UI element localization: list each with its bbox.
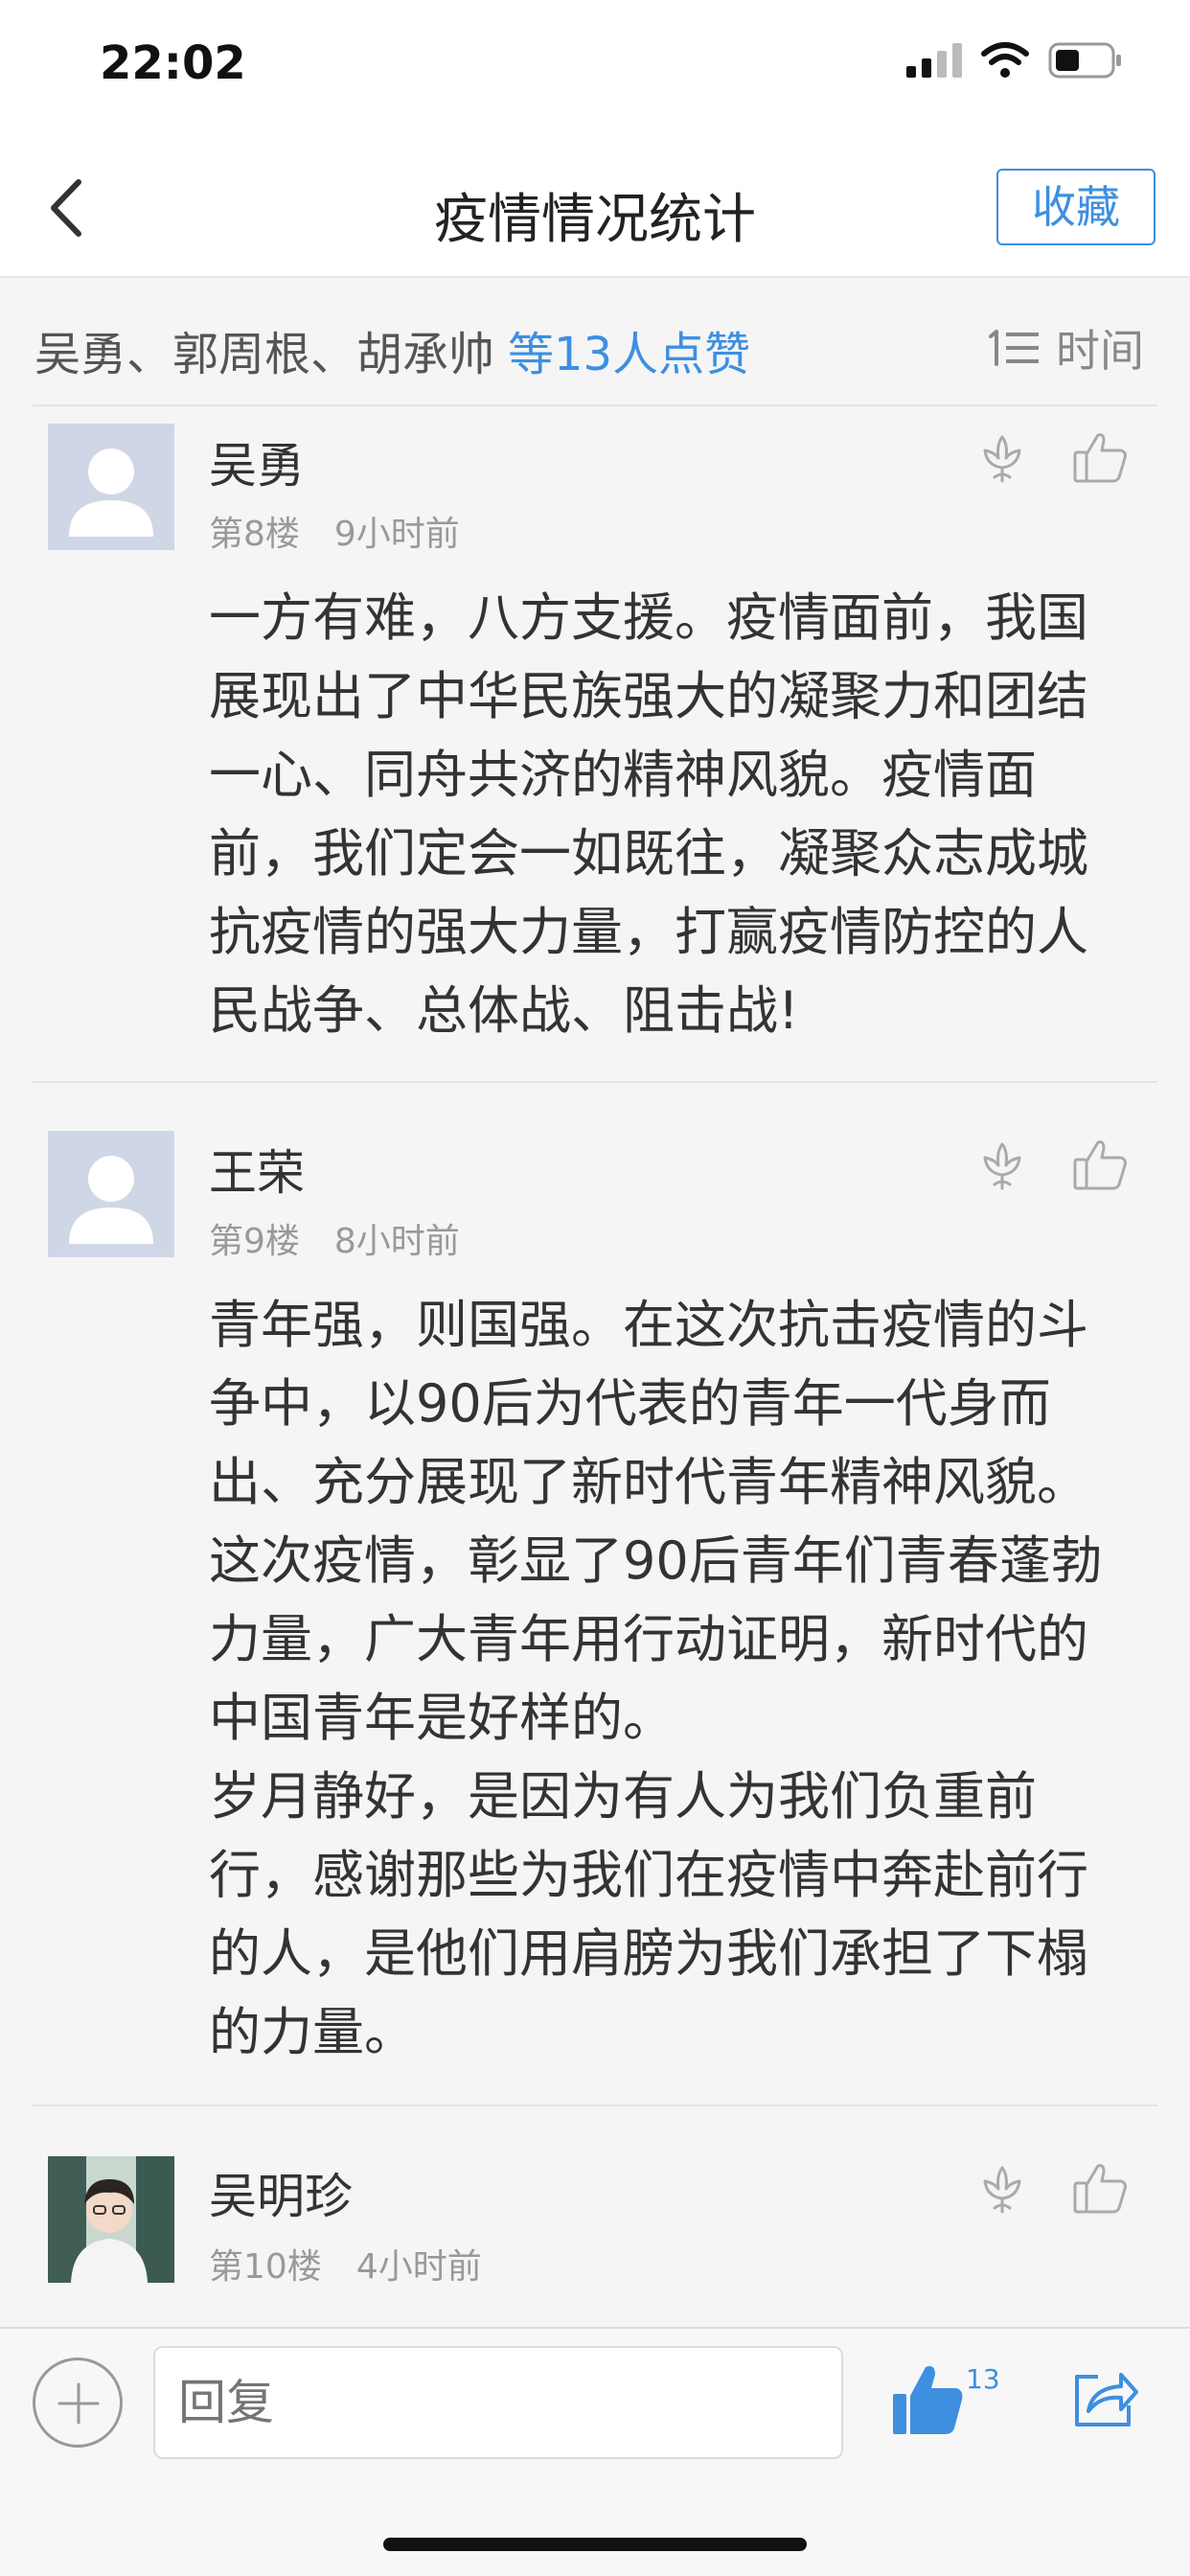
- flower-icon[interactable]: [973, 1137, 1031, 1194]
- comment-time: 9小时前: [333, 515, 460, 554]
- share-icon[interactable]: [1071, 2367, 1138, 2430]
- battery-icon: [1048, 42, 1121, 79]
- thumbs-up-icon[interactable]: [1071, 1135, 1131, 1194]
- sort-list-icon: [989, 330, 1039, 366]
- divider: [33, 1081, 1157, 1083]
- default-avatar-icon: [69, 448, 153, 537]
- reply-input[interactable]: [153, 2346, 843, 2459]
- wifi-icon: [981, 42, 1029, 78]
- floor-number: 第8楼: [209, 515, 300, 554]
- status-bar: 22:02: [0, 0, 1190, 134]
- divider: [33, 404, 1157, 406]
- comment-meta: 第9楼 8小时前: [209, 1213, 460, 1263]
- flower-icon[interactable]: [973, 429, 1031, 487]
- like-filled-icon[interactable]: [891, 2361, 964, 2438]
- likes-text: 吴勇、郭周根、胡承帅 等13人点赞: [34, 316, 750, 383]
- flower-icon[interactable]: [973, 2160, 1031, 2218]
- comment-author: 吴明珍: [209, 2169, 353, 2224]
- sort-label: 时间: [1056, 325, 1144, 377]
- favorite-button[interactable]: 收藏: [996, 169, 1156, 245]
- plus-icon: [57, 2382, 100, 2425]
- divider: [33, 2104, 1157, 2106]
- likes-count-link[interactable]: 等13人点赞: [508, 328, 750, 381]
- status-icons: [906, 42, 1123, 79]
- floor-number: 第10楼: [209, 2247, 322, 2287]
- thumbs-up-icon[interactable]: [1071, 427, 1131, 487]
- comment-text: 一方有难，八方支援。疫情面前，我国展现出了中华民族强大的凝聚力和团结一心、同舟共…: [209, 587, 1088, 1041]
- sort-toggle[interactable]: 时间: [987, 316, 1144, 380]
- default-avatar-icon: [69, 1156, 153, 1244]
- add-button[interactable]: [33, 2358, 123, 2448]
- user-photo-avatar: [48, 2156, 174, 2283]
- comment-meta: 第8楼 9小时前: [209, 506, 460, 556]
- comment-meta: 第10楼 4小时前: [209, 2239, 482, 2288]
- liker-names: 吴勇、郭周根、胡承帅: [34, 328, 495, 381]
- avatar[interactable]: [48, 2156, 174, 2283]
- avatar[interactable]: [48, 1131, 174, 1257]
- thumbs-up-icon[interactable]: [1071, 2158, 1131, 2218]
- comment-author: 王荣: [209, 1145, 305, 1201]
- avatar[interactable]: [48, 424, 174, 550]
- comment-time: 4小时前: [355, 2247, 482, 2287]
- likes-summary: 吴勇、郭周根、胡承帅 等13人点赞 时间: [0, 278, 1190, 406]
- comment-time: 8小时前: [333, 1222, 460, 1261]
- like-count: 13: [966, 2363, 1000, 2395]
- floor-number: 第9楼: [209, 1222, 300, 1261]
- nav-bar: 疫情情况统计 收藏: [0, 134, 1190, 278]
- comment-text: 青年强，则国强。在这次抗击疫情的斗争中，以90后为代表的青年一代身而出、充分展现…: [209, 1295, 1103, 2062]
- signal-icon: [906, 43, 962, 78]
- bottom-action-bar: 13: [0, 2327, 1190, 2576]
- home-indicator: [383, 2538, 807, 2551]
- status-time: 22:02: [100, 36, 246, 90]
- comment-author: 吴勇: [209, 438, 305, 494]
